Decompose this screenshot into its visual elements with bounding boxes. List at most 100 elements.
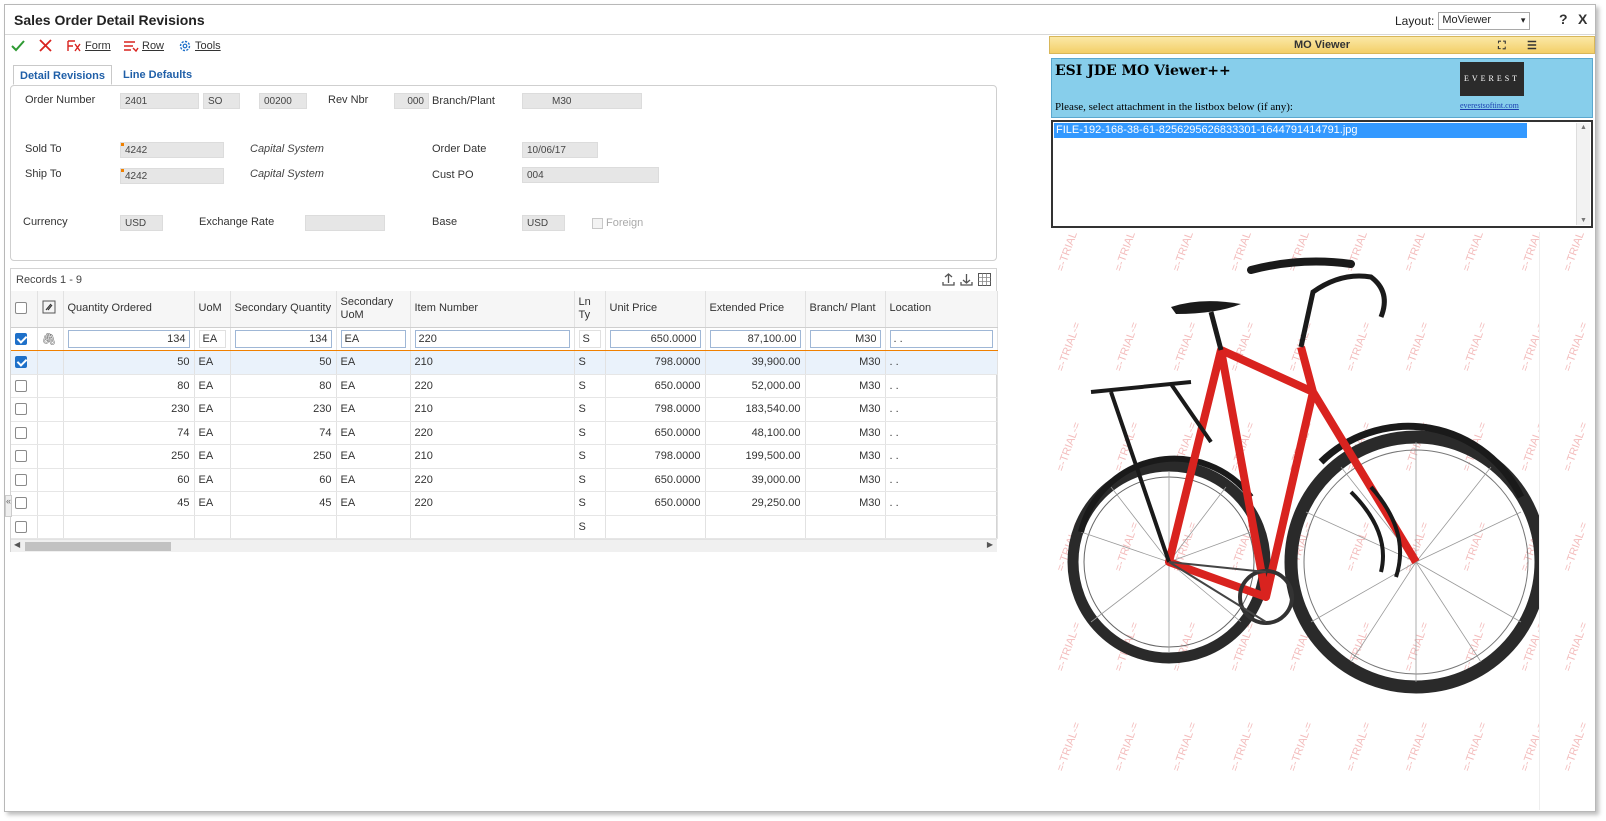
col-quantity-ordered[interactable]: Quantity Ordered: [63, 291, 195, 328]
table-row[interactable]: 74 EA 74 EA 220 S 650.0000 48,100.00 M30…: [11, 421, 998, 445]
item-cell[interactable]: 210: [410, 397, 575, 422]
sec-uom-cell[interactable]: EA: [336, 397, 411, 422]
col-location[interactable]: Location: [885, 291, 998, 328]
sec-qty-cell[interactable]: 74: [230, 421, 337, 445]
table-row[interactable]: 50 EA 50 EA 210 S 798.0000 39,900.00 M30…: [11, 350, 998, 375]
item-cell[interactable]: [410, 515, 575, 539]
cancel-button[interactable]: [39, 39, 52, 52]
horizontal-scrollbar[interactable]: ◀ ▶: [11, 539, 997, 552]
branch-input[interactable]: M30: [809, 329, 881, 348]
maximize-icon[interactable]: ⛶: [1498, 38, 1506, 54]
branch-cell[interactable]: M30: [805, 444, 886, 469]
uom-cell[interactable]: EA: [194, 468, 231, 492]
unit-price-cell[interactable]: 650.0000: [605, 468, 706, 492]
ship-to-field[interactable]: 4242: [120, 168, 224, 184]
uom-cell[interactable]: EA: [194, 397, 231, 422]
sec-qty-cell[interactable]: 50: [230, 350, 337, 375]
branch-cell[interactable]: M30: [805, 397, 886, 422]
table-row[interactable]: 60 EA 60 EA 220 S 650.0000 39,000.00 M30…: [11, 468, 998, 492]
uom-input[interactable]: EA: [198, 329, 226, 348]
branch-cell[interactable]: M30: [805, 374, 886, 398]
uom-cell[interactable]: EA: [194, 444, 231, 469]
grid-options-icon[interactable]: [977, 272, 992, 287]
sec-uom-cell[interactable]: EA: [336, 468, 411, 492]
col-branch-plant[interactable]: Branch/ Plant: [805, 291, 886, 328]
sec-qty-cell[interactable]: 60: [230, 468, 337, 492]
unit-price-cell[interactable]: 650.0000: [605, 421, 706, 445]
item-cell[interactable]: 210: [410, 350, 575, 375]
order-date-field[interactable]: 10/06/17: [522, 142, 598, 158]
scroll-left-icon[interactable]: ◀: [14, 540, 20, 549]
ln-ty-cell[interactable]: S: [574, 421, 606, 445]
qty-cell[interactable]: 50: [63, 350, 195, 375]
location-cell[interactable]: . .: [885, 491, 998, 516]
row-checkbox[interactable]: [15, 426, 27, 439]
order-number-field[interactable]: 2401: [120, 93, 199, 109]
panel-menu-icon[interactable]: ☰: [1527, 38, 1537, 54]
ln-ty-cell[interactable]: S: [574, 515, 606, 539]
ln-ty-cell[interactable]: S: [574, 444, 606, 469]
sec-qty-cell[interactable]: 250: [230, 444, 337, 469]
tools-menu-button[interactable]: Tools: [178, 39, 221, 53]
select-all-checkbox[interactable]: [15, 302, 27, 315]
qty-cell[interactable]: 45: [63, 491, 195, 516]
ok-button[interactable]: [11, 39, 25, 53]
location-cell[interactable]: . .: [885, 468, 998, 492]
col-secondary-quantity[interactable]: Secondary Quantity: [230, 291, 337, 328]
col-uom[interactable]: UoM: [194, 291, 231, 328]
sec-uom-cell[interactable]: EA: [336, 491, 411, 516]
col-unit-price[interactable]: Unit Price: [605, 291, 706, 328]
currency-field[interactable]: USD: [120, 215, 163, 231]
row-menu-button[interactable]: Row: [123, 39, 164, 53]
row-checkbox[interactable]: [15, 520, 27, 533]
row-checkbox[interactable]: [15, 332, 27, 345]
location-cell[interactable]: . .: [885, 397, 998, 422]
uom-cell[interactable]: [194, 515, 231, 539]
qty-cell[interactable]: 230: [63, 397, 195, 422]
table-row[interactable]: S: [11, 515, 998, 539]
row-checkbox[interactable]: [15, 403, 27, 416]
qty-cell[interactable]: 80: [63, 374, 195, 398]
ln-ty-cell[interactable]: S: [574, 350, 606, 375]
col-item-number[interactable]: Item Number: [410, 291, 575, 328]
sec-uom-input[interactable]: EA: [340, 329, 406, 348]
ext-price-cell[interactable]: 39,000.00: [705, 468, 806, 492]
qty-input[interactable]: 134: [67, 329, 190, 348]
image-scroll-area[interactable]: =-TRIAL-= =-TRIAL-= =-TRIAL-= =-TRIAL-= =-TR…: [1539, 232, 1593, 810]
import-icon[interactable]: [959, 272, 974, 287]
paperclip-icon[interactable]: 🖇: [42, 332, 57, 346]
collapse-panel-handle[interactable]: «: [5, 495, 12, 517]
row-checkbox[interactable]: [15, 473, 27, 486]
layout-select[interactable]: MoViewer ▾: [1438, 12, 1531, 30]
sec-uom-cell[interactable]: EA: [336, 444, 411, 469]
order-company-field[interactable]: 00200: [259, 93, 307, 109]
unit-price-input[interactable]: 650.0000: [609, 329, 701, 348]
table-row[interactable]: 230 EA 230 EA 210 S 798.0000 183,540.00 …: [11, 397, 998, 422]
row-checkbox[interactable]: [15, 497, 27, 510]
sec-qty-cell[interactable]: 230: [230, 397, 337, 422]
ext-price-cell[interactable]: 199,500.00: [705, 444, 806, 469]
unit-price-cell[interactable]: 650.0000: [605, 491, 706, 516]
sec-qty-cell[interactable]: [230, 515, 337, 539]
qty-cell[interactable]: 74: [63, 421, 195, 445]
sec-qty-cell[interactable]: 80: [230, 374, 337, 398]
ext-price-cell[interactable]: [705, 515, 806, 539]
foreign-checkbox[interactable]: Foreign: [592, 217, 643, 229]
item-cell[interactable]: 220: [410, 421, 575, 445]
order-type-field[interactable]: SO: [203, 93, 240, 109]
ext-price-cell[interactable]: 183,540.00: [705, 397, 806, 422]
scrollbar-thumb[interactable]: [25, 542, 171, 551]
branch-cell[interactable]: [805, 515, 886, 539]
rev-nbr-field[interactable]: 000: [394, 93, 429, 109]
tab-line-defaults[interactable]: Line Defaults: [117, 65, 198, 85]
unit-price-cell[interactable]: [605, 515, 706, 539]
location-input[interactable]: . .: [889, 329, 993, 348]
ext-price-cell[interactable]: 48,100.00: [705, 421, 806, 445]
branch-plant-field[interactable]: M30: [522, 93, 642, 109]
branch-cell[interactable]: M30: [805, 421, 886, 445]
ln-ty-cell[interactable]: S: [574, 468, 606, 492]
location-cell[interactable]: [885, 515, 998, 539]
item-cell[interactable]: 220: [410, 374, 575, 398]
unit-price-cell[interactable]: 798.0000: [605, 444, 706, 469]
unit-price-cell[interactable]: 798.0000: [605, 397, 706, 422]
